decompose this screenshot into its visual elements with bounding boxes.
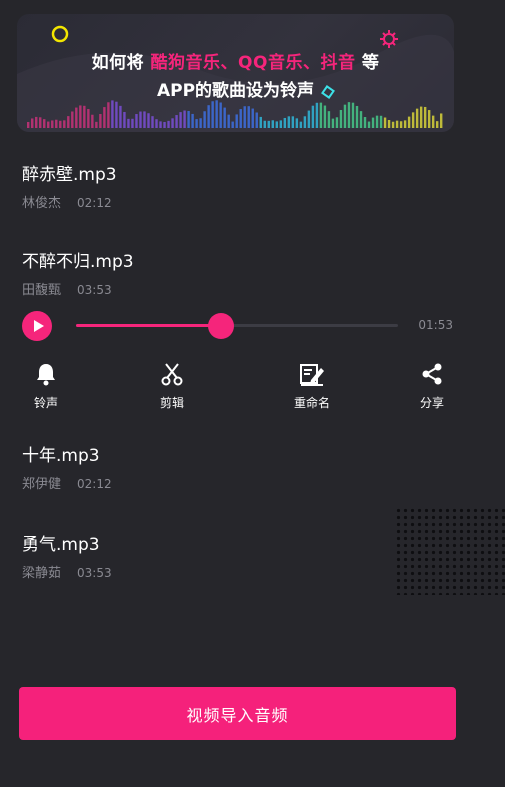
song-title: 醉赤壁.mp3 [22, 165, 117, 185]
edit-label: 剪辑 [159, 396, 184, 410]
share-button[interactable]: 分享 [397, 360, 467, 411]
bell-icon [37, 364, 55, 386]
play-button[interactable] [22, 311, 52, 341]
song-item-active[interactable]: 不醉不归.mp3 田馥甄 03:53 [22, 247, 134, 298]
progress-knob[interactable] [207, 313, 234, 339]
song-title: 勇气.mp3 [22, 535, 100, 555]
song-duration: 02:12 [77, 477, 112, 491]
rename-label: 重命名 [293, 396, 330, 410]
song-duration: 03:53 [77, 283, 112, 297]
audio-player: 01:53 [22, 311, 457, 341]
share-icon [422, 363, 442, 385]
song-artist: 林俊杰 [22, 196, 62, 211]
ringtone-button[interactable]: 铃声 [11, 360, 81, 411]
song-artist: 郑伊健 [22, 477, 62, 492]
edit-button[interactable]: 剪辑 [137, 360, 207, 411]
share-label: 分享 [419, 396, 444, 410]
play-icon [33, 320, 44, 332]
song-item[interactable]: 醉赤壁.mp3 林俊杰 02:12 [22, 160, 117, 211]
song-actions: 铃声 剪辑 重命名 分享 [0, 360, 470, 410]
yellow-ring-icon [51, 25, 69, 43]
song-duration: 02:12 [77, 196, 112, 210]
song-title: 不醉不归.mp3 [22, 252, 134, 272]
song-item[interactable]: 十年.mp3 郑伊健 02:12 [22, 441, 112, 492]
song-title: 十年.mp3 [22, 446, 100, 466]
progress-fill [76, 324, 221, 327]
song-item[interactable]: 勇气.mp3 梁静茹 03:53 [22, 530, 112, 581]
rename-icon [300, 364, 324, 386]
scissors-icon [161, 363, 183, 386]
song-artist: 田馥甄 [22, 283, 62, 298]
rename-button[interactable]: 重命名 [277, 360, 347, 411]
ringtone-label: 铃声 [33, 396, 58, 410]
progress-track[interactable] [76, 313, 398, 339]
song-artist: 梁静茹 [22, 566, 62, 581]
banner-headline-line1: 如何将 酷狗音乐、QQ音乐、抖音 等 [91, 53, 380, 73]
equalizer-graphic [27, 100, 443, 128]
song-duration: 03:53 [77, 566, 112, 580]
current-time: 01:53 [418, 318, 453, 332]
import-audio-from-video-button[interactable]: 视频导入音频 [19, 687, 456, 740]
dot-pattern-decoration [395, 507, 505, 595]
promo-banner[interactable]: 如何将 酷狗音乐、QQ音乐、抖音 等 APP的歌曲设为铃声 [17, 14, 454, 132]
